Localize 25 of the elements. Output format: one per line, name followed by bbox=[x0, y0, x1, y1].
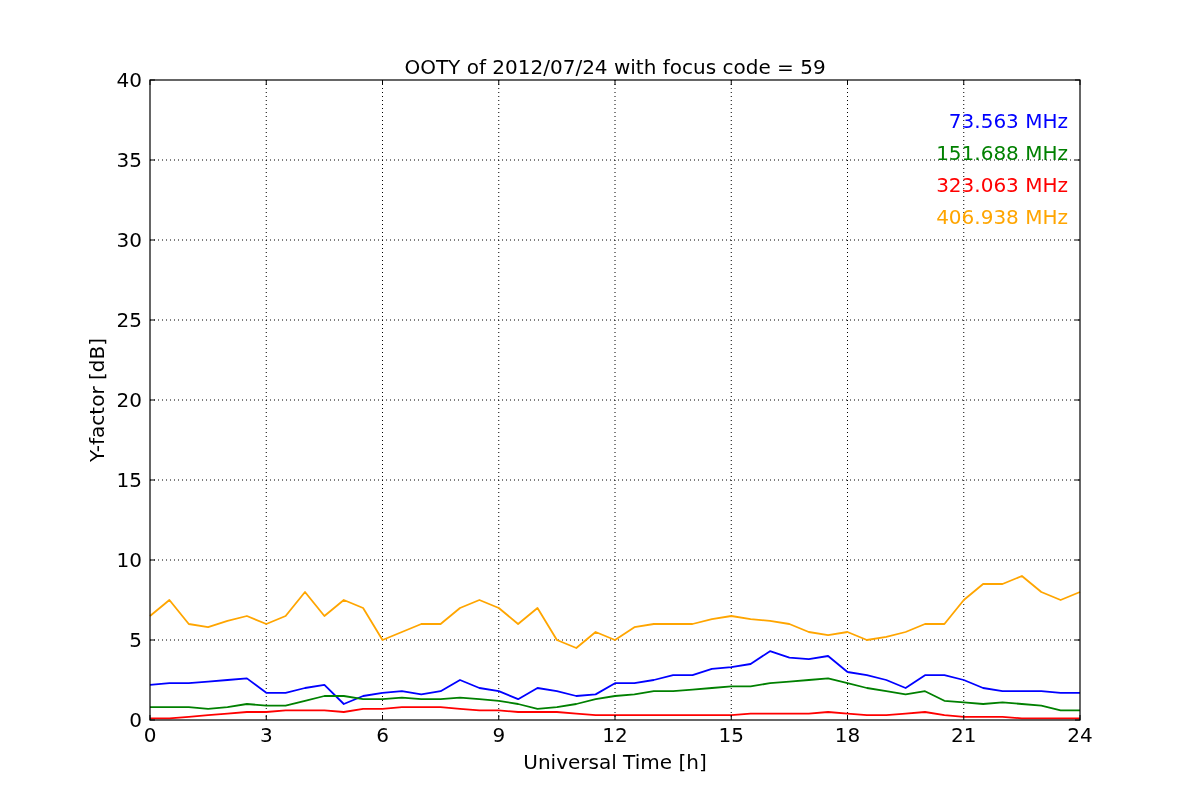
y-axis-label: Y-factor [dB] bbox=[85, 338, 109, 462]
x-tick-label: 24 bbox=[1067, 723, 1093, 747]
x-tick-label: 0 bbox=[143, 723, 157, 747]
x-tick-label: 18 bbox=[834, 723, 861, 747]
y-tick-label: 20 bbox=[116, 388, 142, 412]
x-tick-label: 15 bbox=[718, 723, 744, 747]
y-tick-label: 25 bbox=[116, 308, 142, 332]
x-tick-label: 6 bbox=[376, 723, 389, 747]
y-tick-label: 35 bbox=[116, 148, 142, 172]
y-tick-label: 15 bbox=[116, 468, 142, 492]
y-tick-label: 30 bbox=[116, 228, 142, 252]
x-tick-label: 12 bbox=[602, 723, 628, 747]
x-tick-label: 3 bbox=[259, 723, 273, 747]
legend-label: 151.688 MHz bbox=[936, 141, 1068, 165]
x-axis-label: Universal Time [h] bbox=[523, 750, 707, 774]
y-tick-label: 10 bbox=[116, 548, 142, 572]
y-tick-label: 5 bbox=[129, 628, 142, 652]
chart-title: OOTY of 2012/07/24 with focus code = 59 bbox=[404, 55, 826, 79]
x-tick-label: 9 bbox=[492, 723, 506, 747]
legend-label: 406.938 MHz bbox=[936, 205, 1068, 229]
x-tick-label: 21 bbox=[951, 723, 977, 747]
legend-label: 323.063 MHz bbox=[936, 173, 1068, 197]
y-tick-label: 40 bbox=[116, 68, 142, 92]
y-tick-label: 0 bbox=[129, 708, 142, 732]
legend-label: 73.563 MHz bbox=[948, 109, 1068, 133]
